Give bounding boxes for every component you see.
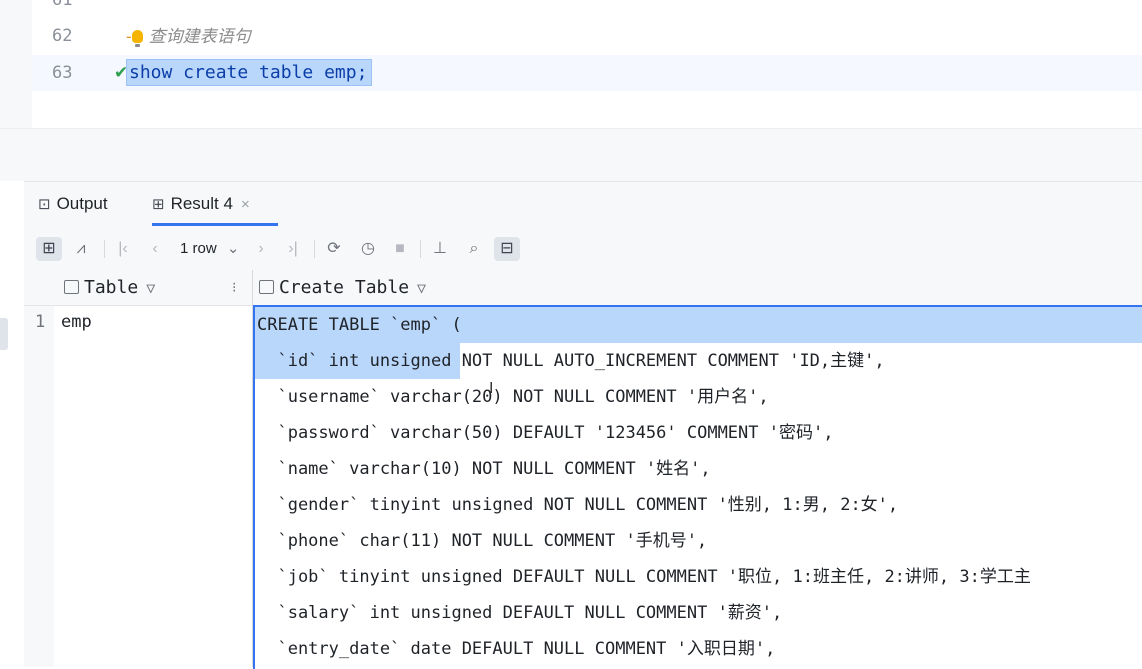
comment-line: - 查询建表语句 [126,18,251,55]
row-number-column: 1 [24,306,54,667]
column-header-create-table[interactable]: Create Table ▽ [259,270,426,305]
column-label: Create Table [279,277,410,298]
ddl-line: `name` varchar(10) NOT NULL COMMENT '姓名'… [257,459,711,479]
filter-icon[interactable]: ▽ [417,279,426,297]
tab-label: Result 4 [170,194,233,213]
filter-view-icon[interactable]: ⊟ [494,237,520,261]
grid-body: 1 emp CREATE TABLE `emp` ( `id` int unsi… [24,305,1142,669]
sql-statement[interactable]: show create table emp; [126,55,373,91]
editor-line[interactable]: 61 [32,0,1142,18]
column-divider[interactable] [252,270,253,667]
comment-text: 查询建表语句 [148,27,251,47]
chart-view-icon[interactable]: ⩘ [68,237,94,261]
tab-output[interactable]: ⊡ Output [38,182,108,226]
toolbar-separator [104,240,105,258]
comment-dash: - [126,27,132,46]
refresh-icon[interactable]: ⟳ [321,237,347,261]
history-icon[interactable]: ◷ [355,237,381,261]
sql-editor[interactable]: 61 62 - 查询建表语句 63 ✔ show create table emp… [0,0,1142,128]
stop-icon[interactable]: ■ [387,237,413,261]
chevron-down-icon: ⌄ [226,240,240,257]
column-icon [64,280,79,294]
close-icon[interactable]: × [241,196,250,213]
column-label: Table [84,277,139,298]
selected-sql[interactable]: show create table emp; [126,59,373,86]
editor-line[interactable]: 62 - 查询建表语句 [32,18,1142,54]
table-view-icon[interactable]: ⊞ [36,237,62,261]
table-icon: ⊞ [152,196,165,213]
rows-label: 1 row [180,240,217,257]
text-cursor-icon: I [489,380,493,398]
ddl-line: `salary` int unsigned DEFAULT NULL COMME… [257,603,783,623]
ddl-line: `entry_date` date DEFAULT NULL COMMENT '… [257,639,776,659]
row-number: 1 [35,312,46,332]
panel-edge-tab[interactable] [0,318,8,350]
ddl-line: `username` varchar(20) NOT NULL COMMENT … [257,387,769,407]
results-panel: ⊡ Output ⊞ Result 4 × ⊞ ⩘ |‹ ‹ 1 row ⌄ › ›|… [24,181,1142,669]
editor-results-divider[interactable] [0,128,1142,181]
search-icon[interactable]: ⌕ [461,237,487,261]
cell-table-name[interactable]: emp [61,312,92,332]
lightbulb-icon[interactable] [131,30,143,47]
tab-result-4[interactable]: ⊞ Result 4 × [152,182,278,226]
editor-side-strip [0,0,32,128]
line-number: 62 [52,26,73,46]
toolbar-separator [314,240,315,258]
column-resize-handle-icon[interactable]: ⁝ [232,270,236,305]
ddl-line: `phone` char(11) NOT NULL COMMENT '手机号', [257,531,708,551]
page-size-select[interactable]: 1 row ⌄ [180,237,239,261]
cell-create-table[interactable]: CREATE TABLE `emp` ( `id` int unsigned N… [253,305,1142,669]
column-icon [259,280,274,294]
ddl-line: `gender` tinyint unsigned NOT NULL COMME… [257,495,899,515]
editor-line-current[interactable]: 63 ✔ show create table emp; [32,55,1142,91]
tab-label: Output [56,194,108,213]
column-header-table[interactable]: Table ▽ [64,270,155,305]
line-number: 63 [52,63,73,83]
next-page-icon[interactable]: › [248,237,274,261]
ddl-line: `id` int unsigned NOT NULL AUTO_INCREMEN… [257,351,885,371]
toolbar-separator [420,240,421,258]
ddl-line: `password` varchar(50) DEFAULT '123456' … [257,423,834,443]
ddl-line: CREATE TABLE `emp` ( [257,315,462,335]
last-page-icon[interactable]: ›| [280,237,306,261]
results-tabs: ⊡ Output ⊞ Result 4 × [24,182,1142,226]
previous-page-icon[interactable]: ‹ [142,237,168,261]
result-grid: Table ▽ ⁝ Create Table ▽ 1 emp CREATE TABL… [24,270,1142,669]
ddl-line: `job` tinyint unsigned DEFAULT NULL COMM… [257,567,1031,587]
results-toolbar: ⊞ ⩘ |‹ ‹ 1 row ⌄ › ›| ⟳ ◷ ■ ⊥ ⌕ ⊟ [24,230,1142,268]
grid-header: Table ▽ ⁝ Create Table ▽ [24,270,1142,306]
first-page-icon[interactable]: |‹ [110,237,136,261]
pin-icon[interactable]: ⊥ [427,237,453,261]
console-icon: ⊡ [38,196,51,213]
line-number: 61 [52,0,73,10]
filter-icon[interactable]: ▽ [146,279,155,297]
